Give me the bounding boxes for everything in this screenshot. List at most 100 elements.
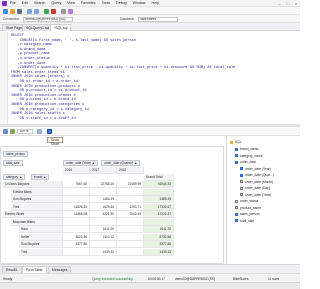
menu-item-help[interactable]: Help [151, 1, 158, 5]
export-icon[interactable] [37, 128, 42, 134]
pivot-value-cell[interactable] [63, 226, 90, 233]
field-checkbox[interactable] [235, 212, 238, 216]
stop-icon[interactable] [51, 8, 56, 14]
connection-select[interactable]: demo02@DAPPE5002 (SS) [23, 16, 73, 22]
pivot-value-cell[interactable] [90, 188, 117, 196]
compare-icon[interactable] [68, 8, 73, 14]
menu-item-favorites[interactable]: Favorites [81, 1, 96, 5]
pivot-grand-total-cell[interactable]: 1483.49 [144, 196, 174, 203]
field-item[interactable]: order_date (Quar...) [240, 172, 274, 178]
field-checkbox[interactable] [235, 219, 238, 223]
tab-result1[interactable]: Result1 [2, 266, 22, 273]
pivot-row-label[interactable]: Sun Bicycles [11, 196, 63, 203]
pivot-value-cell[interactable]: 1529.60 [90, 203, 117, 211]
field-checkbox[interactable] [240, 193, 243, 197]
field-item[interactable]: order_date [235, 159, 256, 165]
pivot-value-cell[interactable]: 1483.49 [90, 196, 117, 203]
pivot-value-cell[interactable]: 4221.50 [90, 211, 117, 218]
pivot-value-cell[interactable] [117, 218, 144, 226]
pivot-grand-total-cell[interactable]: 5732.58 [144, 233, 174, 241]
pivot-value-cell[interactable] [117, 248, 144, 256]
pivot-grand-total-cell[interactable] [144, 218, 174, 226]
field-item[interactable]: brand_name [235, 146, 259, 152]
field-checkbox[interactable] [240, 180, 243, 184]
pivot-grand-total-cell[interactable]: 17022.47 [144, 211, 174, 218]
menu-item-edit[interactable]: Edit [22, 1, 28, 5]
execute-icon[interactable] [44, 8, 49, 14]
new-query-icon[interactable] [3, 8, 8, 14]
zoom-select[interactable]: 100 % [17, 128, 33, 134]
pivot-row-label[interactable]: Electric Bikes [3, 211, 63, 218]
minimize-icon[interactable]: – [276, 0, 284, 7]
field-checkbox[interactable] [235, 160, 238, 164]
pivot-grand-total-cell[interactable]: 3377.86 [144, 241, 174, 248]
pivot-value-cell[interactable]: 2002.45 [117, 211, 144, 218]
pivot-value-cell[interactable]: 1110.12 [90, 233, 117, 241]
pivot-row-label[interactable]: Haro [19, 226, 63, 233]
pivot-value-cell[interactable]: 2293.71 [117, 203, 144, 211]
format-icon[interactable] [61, 8, 66, 14]
field-item[interactable]: sales_person [235, 211, 260, 217]
field-item[interactable]: category_name [235, 153, 263, 159]
row-field-chip-category[interactable]: category ▲ [3, 174, 26, 180]
tab-sqlquery1[interactable]: SQLQuery1.sql [22, 24, 54, 31]
field-item[interactable]: order_date (Year) [240, 166, 271, 172]
pivot-value-cell[interactable] [63, 188, 90, 196]
pivot-row-label[interactable]: Mountain Bikes [11, 218, 63, 226]
menu-item-search[interactable]: Search [34, 1, 45, 5]
field-checkbox[interactable] [235, 206, 238, 210]
field-checkbox[interactable] [240, 173, 243, 177]
pivot-value-cell[interactable] [117, 188, 144, 196]
pivot-value-cell[interactable]: 7587.56 [63, 181, 90, 188]
field-item[interactable]: product_name [235, 205, 261, 211]
pivot-grand-total-cell[interactable] [144, 188, 174, 196]
pivot-value-cell[interactable]: 3377.86 [63, 241, 90, 248]
menu-item-file[interactable]: File [10, 1, 16, 5]
field-item[interactable]: order_date (Time) [240, 192, 271, 198]
pivot-value-cell[interactable] [117, 226, 144, 233]
pivot-row-label[interactable]: Electra Bikes [11, 188, 63, 196]
field-item[interactable]: order_date (Month) [240, 179, 273, 185]
year-header-2018[interactable]: 2018 [117, 167, 144, 174]
pivot-grand-total-cell[interactable]: 17332.67 [144, 203, 174, 211]
pivot-value-cell[interactable]: 11865.08 [63, 211, 90, 218]
field-checkbox[interactable] [235, 147, 238, 151]
row-field-chip-brand[interactable]: brand ▲ [31, 174, 50, 180]
redo-icon[interactable] [34, 8, 39, 14]
pivot-row-label[interactable]: Trek [19, 248, 63, 256]
pivot-value-cell[interactable]: 21489.99 [117, 181, 144, 188]
pivot-value-cell[interactable]: 11826.33 [63, 203, 90, 211]
refresh-icon[interactable] [10, 128, 15, 134]
pivot-row-label[interactable]: Trek [11, 203, 63, 211]
pivot-value-cell[interactable]: 1439.33 [90, 248, 117, 256]
menu-item-view[interactable]: View [67, 1, 75, 5]
pivot-value-cell[interactable] [63, 196, 90, 203]
pivot-value-cell[interactable]: 1611.20 [90, 226, 117, 233]
field-item[interactable]: total_sale [235, 218, 254, 224]
pivot-value-cell[interactable] [90, 218, 117, 226]
open-icon[interactable] [10, 8, 15, 14]
column-field-chip-quarter[interactable]: order_date (Quarter) ▲ [101, 160, 141, 166]
year-header-2017[interactable]: 2017 [90, 167, 117, 174]
chart-icon[interactable] [47, 128, 52, 134]
save-icon[interactable] [17, 8, 22, 14]
tab-pivot-table[interactable]: Pivot Table [22, 266, 47, 273]
maximize-icon[interactable]: □ [284, 0, 292, 7]
field-item[interactable]: order_date (Day) [240, 185, 270, 191]
pivot-value-cell[interactable]: 4622.46 [63, 233, 90, 241]
undo-icon[interactable] [27, 8, 32, 14]
tab-sql[interactable]: *SQL.sql [50, 24, 72, 31]
code-line[interactable]: ON s.staff_id = o.staff_id [11, 117, 76, 122]
pivot-row-label[interactable]: Heller [19, 233, 63, 241]
menu-item-window[interactable]: Window [133, 1, 146, 5]
column-field-chip-year[interactable]: order_date (Year) ▲ [63, 160, 98, 166]
pivot-value-cell[interactable]: 22766.00 [90, 181, 117, 188]
year-header-2016[interactable]: 2016 [63, 167, 90, 174]
field-checkbox[interactable] [235, 199, 238, 203]
pivot-value-cell[interactable] [117, 196, 144, 203]
field-item[interactable]: order_status [235, 198, 258, 204]
database-select[interactable]: BikeStores [138, 16, 178, 22]
pivot-value-cell[interactable] [117, 241, 144, 248]
data-field-chip[interactable]: total_sale [3, 160, 23, 166]
menu-item-debug[interactable]: Debug [116, 1, 127, 5]
